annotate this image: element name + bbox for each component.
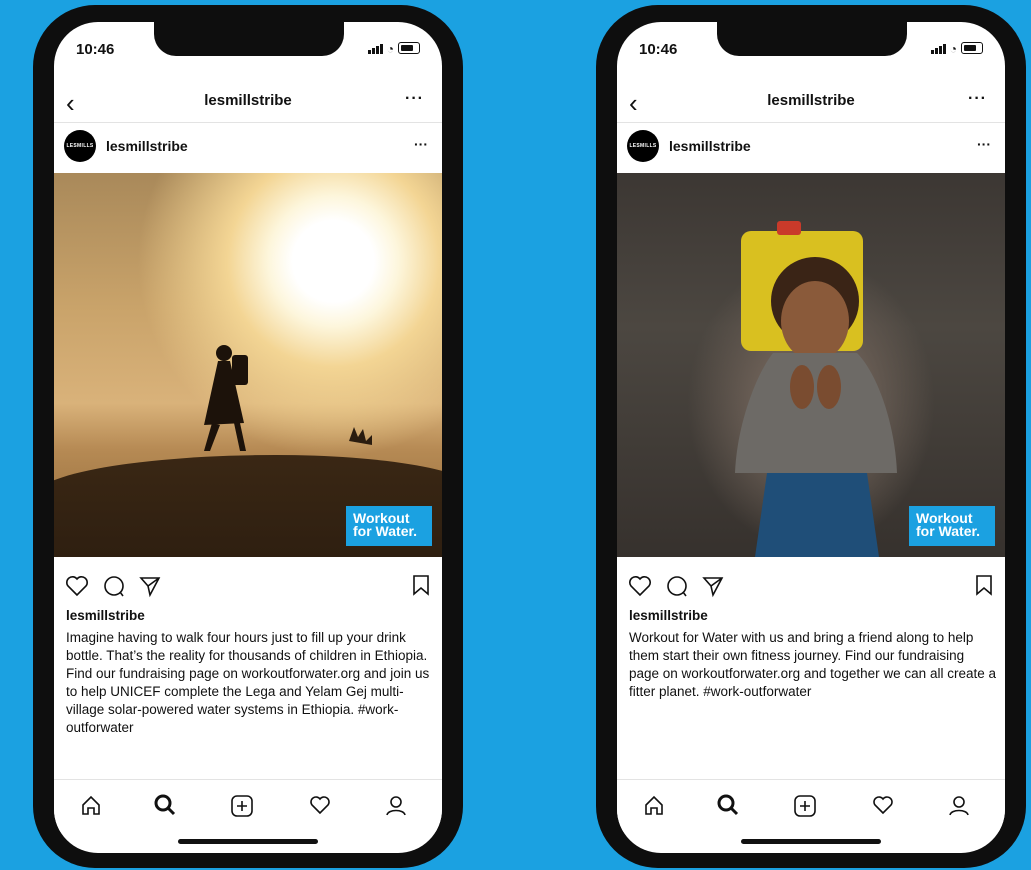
add-post-icon[interactable] (230, 794, 254, 818)
badge-line2: for Water. (916, 523, 981, 539)
walking-girl-silhouette (204, 345, 372, 451)
status-time: 10:46 (76, 41, 115, 58)
home-icon[interactable] (80, 794, 102, 816)
avatar[interactable]: LESMILLS (64, 130, 96, 162)
girl-with-water-container-image (735, 221, 897, 557)
wifi-icon: ◔ (949, 42, 957, 56)
signal-icon (367, 44, 383, 54)
home-indicator[interactable] (178, 839, 318, 844)
status-icons: ◔ (930, 42, 983, 56)
post-more-icon[interactable]: ··· (977, 136, 991, 152)
nav-bar: ‹ lesmillstribe ··· (54, 82, 442, 123)
wifi-icon: ◔ (386, 42, 394, 56)
nav-title: lesmillstribe (204, 92, 292, 109)
workout-for-water-badge: Workout for Water. (346, 506, 432, 546)
profile-icon[interactable] (947, 794, 971, 818)
post-more-icon[interactable]: ··· (414, 136, 428, 152)
phone-screen: 10:46 ◔ ‹ lesmillstribe ··· LESMILLS les… (617, 22, 1005, 853)
send-icon[interactable] (138, 574, 162, 598)
post-username[interactable]: lesmillstribe (106, 138, 188, 154)
avatar[interactable]: LESMILLS (627, 130, 659, 162)
post-header: LESMILLS lesmillstribe ··· (54, 126, 442, 170)
add-post-icon[interactable] (793, 794, 817, 818)
bookmark-icon[interactable] (412, 574, 430, 596)
nav-bar: ‹ lesmillstribe ··· (617, 82, 1005, 123)
caption-username[interactable]: lesmillstribe (629, 608, 708, 623)
avatar-logo-text: LESMILLS (66, 143, 94, 149)
search-icon[interactable] (717, 794, 739, 816)
nav-title: lesmillstribe (767, 92, 855, 109)
tab-bar (617, 779, 1005, 832)
battery-icon (961, 42, 983, 54)
notch (154, 22, 344, 56)
phone-frame-left: 10:46 ◔ ‹ lesmillstribe ··· LESMILLS les… (33, 5, 463, 868)
avatar-logo-text: LESMILLS (629, 143, 657, 149)
workout-for-water-badge: Workout for Water. (909, 506, 995, 546)
badge-line2: for Water. (353, 523, 418, 539)
phone-frame-right: 10:46 ◔ ‹ lesmillstribe ··· LESMILLS les… (596, 5, 1026, 868)
post-actions (54, 570, 442, 604)
caption-username[interactable]: lesmillstribe (66, 608, 145, 623)
signal-icon (930, 44, 946, 54)
activity-heart-icon[interactable] (871, 794, 895, 816)
comment-icon[interactable] (102, 574, 126, 598)
profile-icon[interactable] (384, 794, 408, 818)
caption-text: Workout for Water with us and bring a fr… (629, 630, 996, 699)
post-actions (617, 570, 1005, 604)
tab-bar (54, 779, 442, 832)
heart-icon[interactable] (627, 574, 653, 598)
activity-heart-icon[interactable] (308, 794, 332, 816)
post-header: LESMILLS lesmillstribe ··· (617, 126, 1005, 170)
post-photo[interactable]: Workout for Water. (54, 173, 442, 557)
bookmark-icon[interactable] (975, 574, 993, 596)
nav-more-icon[interactable]: ··· (968, 90, 987, 108)
notch (717, 22, 907, 56)
post-username[interactable]: lesmillstribe (669, 138, 751, 154)
status-time: 10:46 (639, 41, 678, 58)
battery-icon (398, 42, 420, 54)
send-icon[interactable] (701, 574, 725, 598)
post-photo[interactable]: Workout for Water. (617, 173, 1005, 557)
status-icons: ◔ (367, 42, 420, 56)
search-icon[interactable] (154, 794, 176, 816)
home-indicator[interactable] (741, 839, 881, 844)
phone-screen: 10:46 ◔ ‹ lesmillstribe ··· LESMILLS les… (54, 22, 442, 853)
heart-icon[interactable] (64, 574, 90, 598)
home-icon[interactable] (643, 794, 665, 816)
caption-text: Imagine having to walk four hours just t… (66, 630, 430, 735)
comment-icon[interactable] (665, 574, 689, 598)
nav-more-icon[interactable]: ··· (405, 90, 424, 108)
